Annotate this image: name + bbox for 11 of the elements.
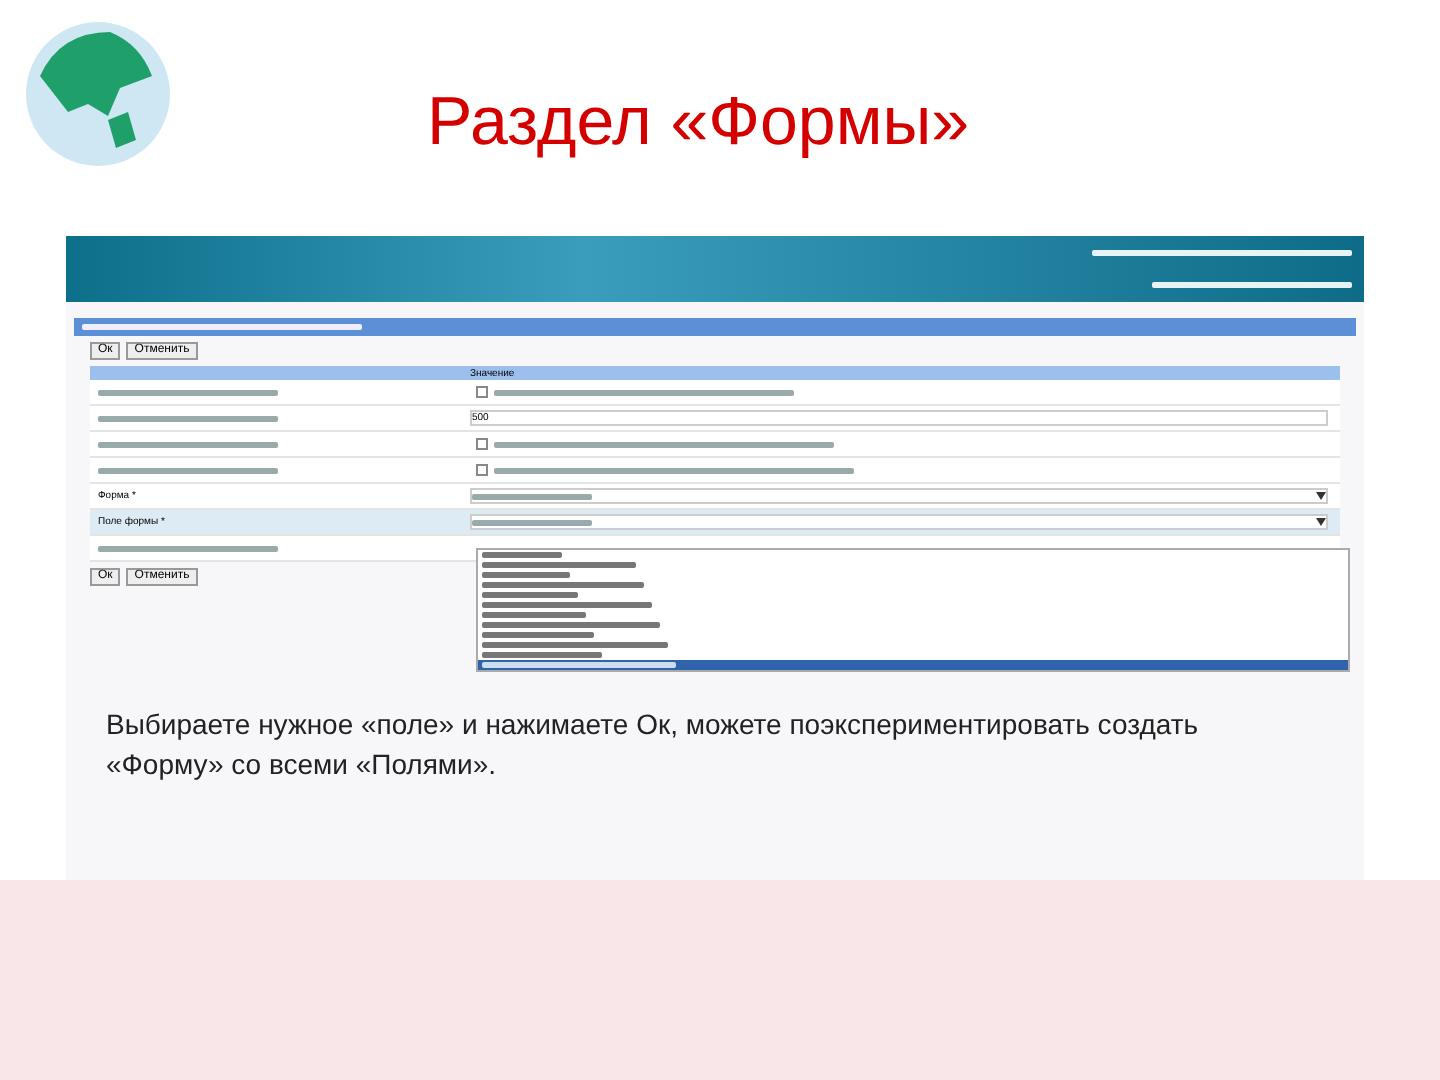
caption-text: Выбираете нужное «поле» и нажимаете Ок, можете поэкспериментировать создать «Форму» со всеми «Полями». — [106, 706, 1201, 784]
checkbox[interactable] — [476, 464, 488, 476]
checkbox[interactable] — [476, 386, 488, 398]
caret-icon — [1316, 518, 1326, 526]
dropdown[interactable] — [470, 488, 1328, 504]
dropdown[interactable] — [470, 514, 1328, 530]
checkbox[interactable] — [476, 438, 488, 450]
slide-title: Раздел «Формы» — [424, 84, 972, 162]
caret-icon — [1316, 492, 1326, 500]
globe-icon — [20, 16, 176, 172]
list-option[interactable] — [478, 660, 1348, 670]
